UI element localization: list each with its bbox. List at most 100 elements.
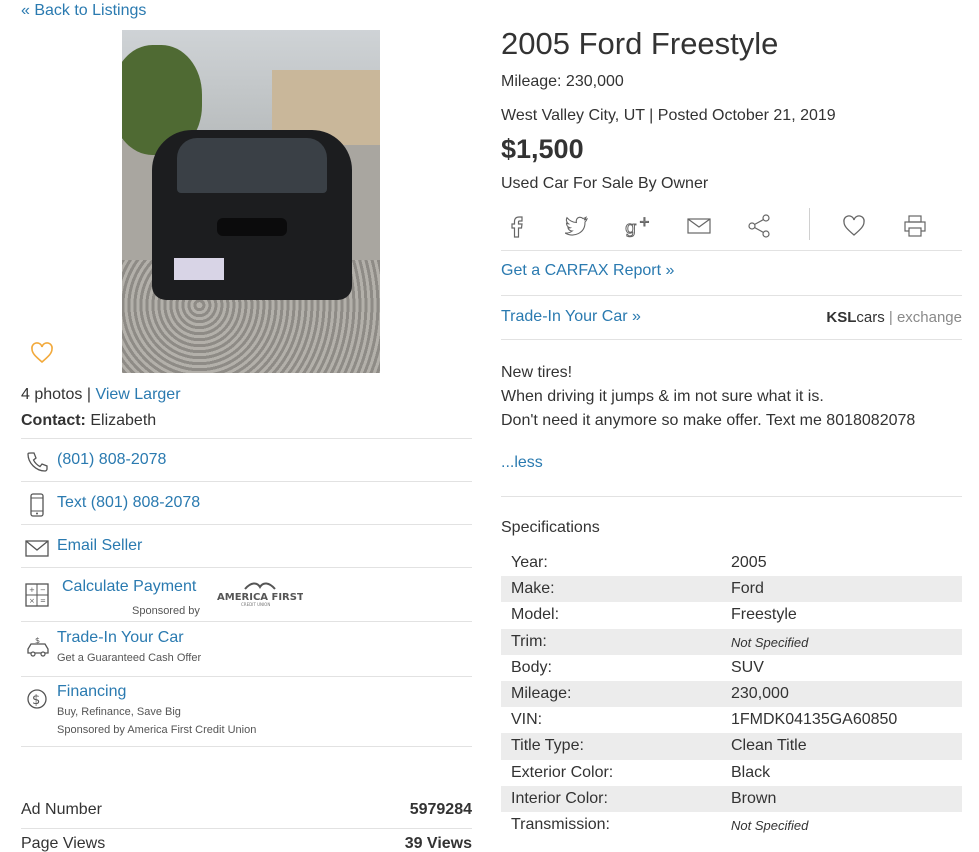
facebook-icon[interactable]: [505, 214, 529, 238]
tradein-link[interactable]: Trade-In Your Car: [57, 629, 184, 647]
favorite-heart-icon[interactable]: [30, 341, 54, 365]
spec-value: Clean Title: [731, 737, 807, 755]
phone-row[interactable]: (801) 808-2078: [21, 439, 472, 482]
listing-location: West Valley City, UT | Posted October 21…: [501, 107, 836, 124]
page-views-row: Page Views 39 Views: [21, 835, 472, 852]
spec-row: Mileage: 230,000: [501, 680, 962, 708]
spec-row: Trim: Not Specified: [501, 628, 962, 655]
ad-number-row: Ad Number 5979284: [21, 801, 472, 829]
text-row[interactable]: Text (801) 808-2078: [21, 482, 472, 525]
back-to-listings-link[interactable]: « Back to Listings: [21, 2, 146, 20]
save-heart-icon[interactable]: [842, 214, 866, 238]
financing-row[interactable]: $ Financing Buy, Refinance, Save Big Spo…: [21, 677, 472, 747]
email-share-icon[interactable]: [687, 214, 711, 238]
america-first-logo[interactable]: AMERICA FIRST CREDIT UNION: [217, 580, 303, 608]
text-seller-link[interactable]: Text (801) 808-2078: [57, 494, 200, 512]
twitter-icon[interactable]: [565, 214, 589, 238]
description-line: When driving it jumps & im not sure what…: [501, 388, 824, 405]
show-less-link[interactable]: ...less: [501, 454, 543, 472]
svg-text:−: −: [40, 586, 46, 594]
tradein-row[interactable]: $ Trade-In Your Car Get a Guaranteed Cas…: [21, 622, 472, 677]
svg-text:$: $: [35, 636, 40, 645]
spec-value: Not Specified: [731, 634, 809, 650]
envelope-icon: [25, 540, 49, 557]
spec-row: Exterior Color: Black: [501, 760, 962, 786]
listing-type: Used Car For Sale By Owner: [501, 175, 709, 192]
share-toolbar: g +: [501, 206, 962, 251]
spec-value: SUV: [731, 658, 764, 676]
spec-row: Body: SUV: [501, 655, 962, 681]
spec-value: 2005: [731, 554, 767, 571]
spec-value: Brown: [731, 789, 777, 807]
spec-key: Make:: [511, 580, 555, 598]
contact-name: Elizabeth: [90, 412, 157, 429]
sponsored-by-text: Sponsored by: [132, 605, 200, 617]
spec-key: Exterior Color:: [511, 763, 614, 781]
section-divider: [501, 496, 962, 497]
financing-subtext: Buy, Refinance, Save Big: [57, 706, 181, 718]
svg-text:+: +: [639, 215, 650, 230]
tradein-bar-link[interactable]: Trade-In Your Car »: [501, 308, 641, 326]
ksl-cars-exchange-logo[interactable]: KSLcars | exchange: [826, 309, 962, 326]
listing-description: New tires! When driving it jumps & im no…: [501, 361, 915, 433]
page-views-label: Page Views: [21, 835, 106, 852]
email-row[interactable]: Email Seller: [21, 525, 472, 568]
google-plus-icon[interactable]: g +: [625, 214, 653, 239]
description-line: New tires!: [501, 364, 573, 381]
mobile-phone-icon: [30, 493, 44, 517]
print-icon[interactable]: [903, 214, 927, 238]
ad-number-label: Ad Number: [21, 801, 102, 818]
spec-key: Interior Color:: [511, 789, 608, 807]
spec-key: Mileage:: [511, 684, 572, 702]
photo-count: 4 photos | View Larger: [21, 386, 181, 404]
ad-number-value: 5979284: [409, 801, 472, 818]
spec-value: Black: [731, 763, 771, 781]
financing-sponsor: Sponsored by America First Credit Union: [57, 724, 257, 736]
spec-key: Trim:: [511, 632, 547, 650]
description-line: Don't need it anymore so make offer. Tex…: [501, 412, 916, 429]
email-seller-link[interactable]: Email Seller: [57, 537, 142, 555]
svg-text:=: =: [40, 597, 46, 605]
tradein-subtext: Get a Guaranteed Cash Offer: [57, 652, 202, 664]
page-views-value: 39 Views: [404, 835, 472, 852]
spec-row: Make: Ford: [501, 576, 962, 603]
view-larger-link[interactable]: View Larger: [95, 386, 180, 403]
spec-row: Title Type: Clean Title: [501, 733, 962, 760]
specifications-heading: Specifications: [501, 519, 600, 536]
tradein-bar: Trade-In Your Car » KSLcars | exchange: [501, 295, 962, 340]
calculator-icon: + − × =: [25, 583, 49, 607]
listing-price: $1,500: [501, 134, 584, 164]
svg-text:CREDIT UNION: CREDIT UNION: [241, 602, 270, 607]
specifications-table: Year: 2005 Make: Ford Model: Freestyle Trim: No…: [501, 550, 962, 838]
listing-mileage: Mileage: 230,000: [501, 73, 624, 90]
spec-key: Year:: [511, 554, 548, 571]
calculate-payment-link[interactable]: Calculate Payment: [62, 578, 196, 596]
carfax-report-link[interactable]: Get a CARFAX Report »: [501, 262, 674, 280]
toolbar-divider: [809, 208, 810, 240]
spec-row: Year: 2005: [501, 550, 962, 576]
spec-value: 230,000: [731, 684, 789, 702]
car-cash-icon: $: [27, 636, 49, 657]
listing-photo[interactable]: [122, 30, 380, 373]
dollar-coins-icon: $: [27, 689, 47, 709]
spec-value: Not Specified: [731, 817, 809, 833]
spec-key: Body:: [511, 658, 552, 676]
svg-text:$: $: [32, 693, 40, 708]
spec-key: Transmission:: [511, 815, 610, 833]
phone-link[interactable]: (801) 808-2078: [57, 451, 166, 469]
share-icon[interactable]: [747, 214, 771, 238]
phone-icon: [27, 452, 48, 472]
spec-key: Model:: [511, 606, 560, 624]
contact-actions: (801) 808-2078 Text (801) 808-2078 Email…: [21, 438, 472, 747]
spec-value: Ford: [731, 580, 764, 598]
svg-text:×: ×: [29, 597, 35, 605]
spec-key: Title Type:: [511, 737, 584, 755]
svg-text:+: +: [29, 586, 35, 594]
contact-label: Contact:: [21, 412, 86, 429]
spec-key: VIN:: [511, 711, 543, 729]
financing-link[interactable]: Financing: [57, 683, 126, 701]
svg-text:g: g: [625, 217, 637, 238]
spec-row: Interior Color: Brown: [501, 785, 962, 812]
calculate-row[interactable]: + − × = Calculate Payment Sponsored by A…: [21, 568, 472, 622]
spec-row: Transmission: Not Specified: [501, 812, 962, 838]
